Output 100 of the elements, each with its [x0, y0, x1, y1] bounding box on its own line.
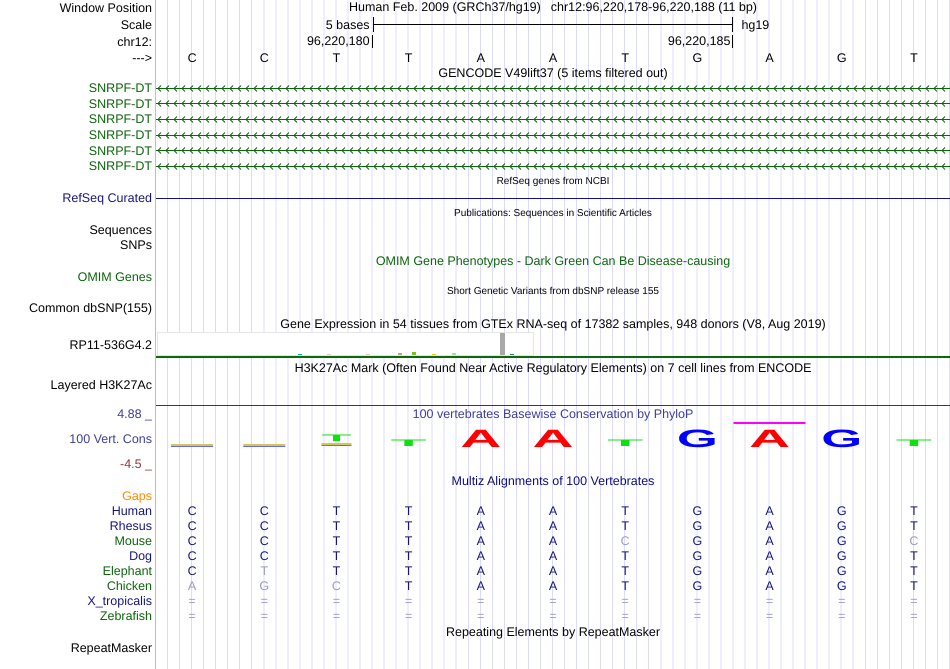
position-range: chr12:96,220,178-96,220,188 (11 bp) [550, 1, 757, 15]
alignment-base: A [476, 518, 485, 533]
transcript-line[interactable] [156, 147, 950, 154]
alignment-base: = [838, 594, 846, 608]
expression-bar [398, 353, 402, 356]
alignment-base: = [766, 608, 774, 623]
track-title: 100 vertebrates Basewise Conservation by PhyloP [412, 407, 694, 422]
alignment-base: A [765, 534, 774, 548]
alignment-base: = [838, 608, 846, 623]
logo-letter: G [821, 424, 862, 452]
expression-bar [412, 352, 416, 356]
expression-bar [500, 333, 505, 356]
alignment-base: = [694, 608, 702, 623]
alignment-base: A [765, 548, 774, 563]
ruler-label: ---> [132, 50, 152, 64]
alignment-base: = [477, 608, 484, 623]
transcript-line[interactable] [156, 100, 950, 108]
gene-label[interactable]: SNRPF-DT [88, 128, 152, 142]
track-title: Publications: Sequences in Scientific Articles [454, 208, 652, 220]
species-label: Mouse [114, 534, 152, 548]
transcript-line[interactable] [156, 162, 950, 170]
alignment-base: G [259, 578, 270, 593]
alignment-base: T [332, 518, 340, 533]
species-label: Elephant [102, 564, 152, 578]
axis-max-label: 4.88 _ [117, 406, 152, 422]
alignment-base: = [404, 608, 412, 623]
base-letter: C [188, 50, 197, 64]
track-label: SNPs [120, 238, 152, 252]
alignment-base: T [621, 578, 629, 593]
alignment-base: = [694, 594, 702, 608]
track-label: RepeatMasker [70, 640, 152, 655]
alignment-base: A [548, 518, 558, 533]
expression-bar [452, 353, 456, 356]
track-label: Layered H3K27Ac [50, 378, 152, 392]
alignment-base: T [404, 578, 412, 593]
alignment-base: C [188, 534, 197, 548]
alignment-base: T [332, 564, 340, 578]
alignment-base: C [188, 518, 197, 533]
alignment-base: = [910, 594, 918, 608]
alignment-base: C [188, 504, 197, 518]
alignment-base: = [332, 594, 340, 608]
alignment-base: C [260, 504, 269, 518]
alignment-base: = [622, 594, 629, 608]
alignment-base: A [476, 548, 485, 563]
alignment-base: C [260, 518, 269, 533]
alignment-base: T [404, 534, 412, 548]
base-letter: C [260, 50, 269, 64]
gene-label[interactable]: SNRPF-DT [88, 144, 152, 158]
alignment-base: G [692, 564, 702, 578]
alignment-base: T [404, 518, 412, 533]
base-letter: T [332, 50, 340, 64]
transcript-line[interactable] [156, 84, 950, 92]
species-label: X_tropicalis [87, 594, 152, 608]
track-label: Sequences [89, 222, 152, 237]
alignment-base: = [188, 608, 196, 623]
gene-label[interactable]: SNRPF-DT [88, 81, 152, 96]
refseq-gene-line[interactable] [156, 198, 950, 199]
alignment-base: = [332, 608, 340, 623]
track-title: Gene Expression in 54 tissues from GTEx RNA-seq of 17382 samples, 948 donors (V8, Aug 2019) [280, 316, 826, 331]
alignment-base: = [260, 594, 268, 608]
alignment-base: A [476, 564, 485, 578]
track-title: OMIM Gene Phenotypes - Dark Green Can Be Disease-causing [376, 254, 730, 268]
alignment-base: A [476, 534, 485, 548]
alignment-base: A [548, 578, 558, 593]
species-label: Dog [129, 548, 152, 563]
logo-letter: T [607, 438, 644, 448]
alignment-base: = [477, 594, 484, 608]
alignment-base: G [836, 518, 847, 533]
alignment-base: T [332, 548, 340, 563]
alignment-base: = [260, 608, 268, 623]
transcript-line[interactable] [156, 116, 950, 123]
transcript-line[interactable] [156, 132, 950, 139]
alignment-base: T [910, 564, 918, 578]
base-letter: A [476, 50, 485, 64]
squashed-letters-icon [321, 443, 352, 446]
alignment-base: A [476, 504, 485, 518]
ruler-label: Window Position [60, 1, 152, 15]
alignment-base: G [836, 548, 847, 563]
alignment-base: = [549, 608, 557, 623]
track-label: RefSeq Curated [62, 191, 152, 206]
alignment-base: G [692, 534, 702, 548]
alignment-base: T [404, 548, 412, 563]
alignment-base: G [836, 534, 847, 548]
alignment-base: G [836, 564, 847, 578]
alignment-base: G [836, 578, 847, 593]
alignment-base: T [332, 534, 340, 548]
gene-label[interactable]: SNRPF-DT [88, 96, 152, 111]
gene-label[interactable]: SNRPF-DT [88, 159, 152, 174]
base-letter: T [404, 50, 412, 64]
gaps-label: Gaps [122, 489, 152, 504]
alignment-base: C [188, 564, 197, 578]
ruler-label: Scale [120, 18, 152, 32]
base-letter: G [836, 50, 847, 64]
alignment-base: A [548, 548, 558, 563]
alignment-base: T [621, 548, 629, 563]
alignment-base: A [548, 564, 558, 578]
alignment-base: G [692, 578, 702, 593]
alignment-base: C [332, 578, 341, 593]
gene-label[interactable]: SNRPF-DT [88, 112, 152, 126]
logo-letter: A [460, 424, 502, 452]
